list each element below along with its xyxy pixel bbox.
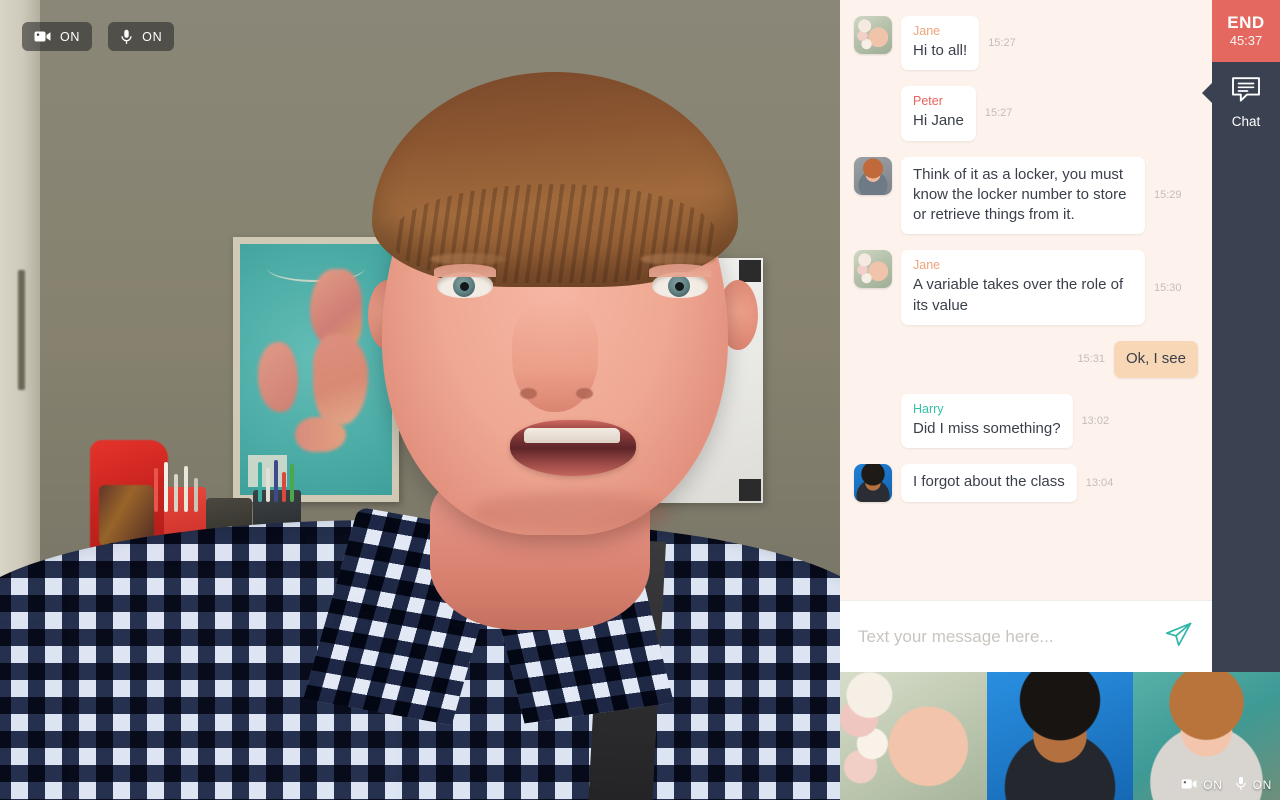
thumb-mic-label: ON <box>1252 778 1273 792</box>
end-call-button[interactable]: END 45:37 <box>1212 0 1280 62</box>
chat-message-list[interactable]: Jane Hi to all! 15:27 Peter Hi Jane 15:27 Thin… <box>840 0 1212 600</box>
message-input[interactable] <box>858 626 1155 647</box>
chat-message-m1: Jane Hi to all! 15:27 <box>854 16 1198 71</box>
message-bubble: Think of it as a locker, you must know t… <box>901 156 1145 235</box>
microphone-icon <box>1235 776 1247 794</box>
avatar[interactable] <box>854 156 892 195</box>
message-sender-name: Harry <box>913 402 944 416</box>
message-bubble: Peter Hi Jane <box>901 86 976 141</box>
avatar-spacer <box>854 86 892 124</box>
chat-message-m2: Peter Hi Jane 15:27 <box>854 86 1198 141</box>
avatar[interactable] <box>854 16 892 54</box>
thumbnail-media-controls: ON ON <box>1181 776 1272 794</box>
avatar[interactable] <box>854 250 892 289</box>
nostril-right <box>576 388 593 399</box>
message-text: I forgot about the class <box>913 473 1065 491</box>
message-bubble: Harry Did I miss something? <box>901 394 1073 449</box>
chat-message-m3: Think of it as a locker, you must know t… <box>854 156 1198 235</box>
message-sender-name: Jane <box>913 24 941 38</box>
video-class-app: ON ON Jane Hi to all! 15:27 Peter Hi Jane 15:… <box>0 0 1280 800</box>
video-camera-icon <box>1181 778 1197 793</box>
chat-message-m6: Harry Did I miss something? 13:02 <box>854 394 1198 449</box>
message-sender-name: Peter <box>913 94 943 109</box>
avatar[interactable] <box>854 464 892 503</box>
call-timer: 45:37 <box>1229 33 1263 49</box>
camera-state-label: ON <box>60 29 81 44</box>
message-bubble: Jane A variable takes over the role of it… <box>901 250 1145 325</box>
message-timestamp: 15:30 <box>1154 281 1182 294</box>
message-text: Hi to all! <box>913 42 968 59</box>
mic-state-label: ON <box>142 29 163 44</box>
thumb-camera-toggle[interactable]: ON <box>1181 778 1222 793</box>
chat-tab-label: Chat <box>1231 114 1261 129</box>
thumb-mic-toggle[interactable]: ON <box>1235 776 1272 794</box>
mouth <box>510 420 636 476</box>
message-text: Did I miss something? <box>913 420 1061 437</box>
chat-panel: Jane Hi to all! 15:27 Peter Hi Jane 15:27 Thin… <box>840 0 1212 672</box>
message-timestamp: 15:27 <box>988 37 1016 50</box>
message-bubble: Jane Hi to all! <box>901 16 980 71</box>
message-timestamp: 15:27 <box>984 107 1013 120</box>
video-camera-icon <box>34 30 51 43</box>
chat-composer <box>840 600 1212 672</box>
message-timestamp: 13:02 <box>1081 415 1110 428</box>
message-bubble: Ok, I see <box>1113 340 1198 378</box>
chat-bubble-icon <box>1231 76 1261 108</box>
message-text: Hi Jane <box>913 112 964 130</box>
microphone-toggle-button[interactable]: ON <box>108 22 175 51</box>
nostril-left <box>520 388 537 399</box>
message-timestamp: 15:31 <box>1077 353 1105 366</box>
message-bubble: I forgot about the class <box>901 464 1077 502</box>
message-text: Ok, I see <box>1125 349 1186 367</box>
message-text: Think of it as a locker, you must know t… <box>913 165 1127 224</box>
main-video-stage[interactable]: ON ON <box>0 0 840 800</box>
chat-message-m4: Jane A variable takes over the role of it… <box>854 250 1198 325</box>
end-label: END <box>1227 12 1265 32</box>
microphone-icon <box>120 29 133 45</box>
participant-thumbnail-strip: ON ON <box>840 672 1280 800</box>
chin-shadow <box>470 492 670 534</box>
send-paper-plane-icon[interactable] <box>1155 618 1194 656</box>
avatar-spacer <box>854 394 892 432</box>
thumb-camera-label: ON <box>1203 778 1223 792</box>
chat-message-m5: 15:31 Ok, I see <box>854 340 1198 378</box>
chat-message-m7: I forgot about the class 13:04 <box>854 464 1198 503</box>
camera-toggle-button[interactable]: ON <box>22 22 93 51</box>
panel-pointer-notch <box>1202 82 1213 104</box>
message-text: A variable takes over the role of its va… <box>913 276 1124 314</box>
thumb-1[interactable] <box>840 672 987 800</box>
stage-media-controls: ON ON <box>22 22 175 51</box>
thumb-2[interactable] <box>986 672 1134 800</box>
thumb-3[interactable]: ON ON <box>1133 672 1280 800</box>
message-sender-name: Jane <box>913 258 941 273</box>
tab-chat[interactable]: Chat <box>1202 76 1280 129</box>
message-timestamp: 15:29 <box>1154 189 1182 202</box>
eyelid-left <box>434 264 496 277</box>
message-timestamp: 13:04 <box>1085 477 1114 490</box>
presenter-video-feed <box>0 0 840 800</box>
eyelid-right <box>649 264 711 277</box>
